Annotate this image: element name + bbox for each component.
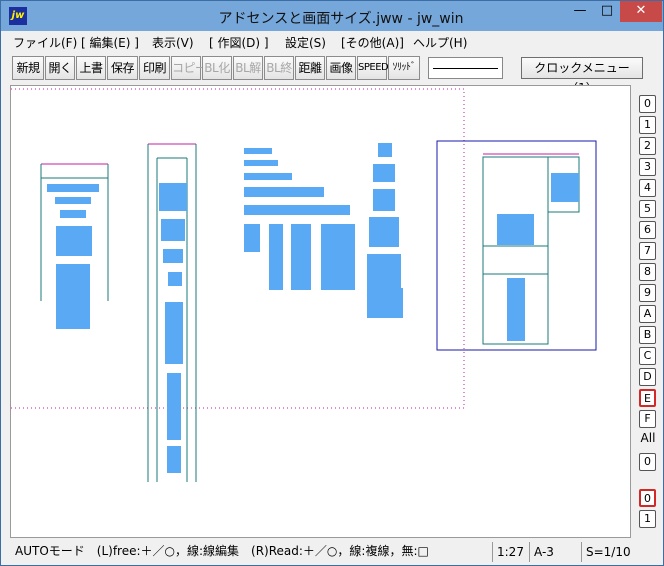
- status-paper-size[interactable]: A-3: [529, 542, 554, 562]
- layer-button-4[interactable]: 4: [639, 179, 656, 197]
- layer-button-b[interactable]: B: [639, 326, 656, 344]
- menu-settings[interactable]: 設定(S): [285, 34, 326, 51]
- block-end-button[interactable]: BL終: [264, 56, 294, 80]
- save-button[interactable]: 保存: [107, 56, 138, 80]
- status-message: AUTOモード (L)free:＋／○，線:線編集 (R)Read:＋／○，線:…: [15, 544, 429, 558]
- drawing-canvas[interactable]: [10, 85, 631, 538]
- maximize-button[interactable]: □: [594, 1, 620, 22]
- status-scale[interactable]: 1:27: [492, 542, 524, 562]
- layout-drawing-4: [367, 143, 403, 318]
- menu-file[interactable]: ファイル(F): [13, 34, 77, 51]
- layer-button-d[interactable]: D: [639, 368, 656, 386]
- layout-drawing-5: [436, 140, 597, 351]
- layer-button-1[interactable]: 1: [639, 116, 656, 134]
- open-button[interactable]: 開く: [45, 56, 75, 80]
- status-scale-ratio[interactable]: S=1/10: [581, 542, 631, 562]
- menu-bar: ファイル(F) [ 編集(E) ] 表示(V) [ 作図(D) ] 設定(S) …: [1, 31, 663, 53]
- layer-button-7[interactable]: 7: [639, 242, 656, 260]
- app-icon[interactable]: jw: [9, 7, 27, 25]
- speed-button[interactable]: SPEED: [357, 56, 389, 80]
- layer-button-f[interactable]: F: [639, 410, 656, 428]
- layer-button-6[interactable]: 6: [639, 221, 656, 239]
- image-button[interactable]: 画像: [326, 56, 356, 80]
- layout-drawing-2: [147, 143, 197, 482]
- layer-button-9[interactable]: 9: [639, 284, 656, 302]
- layer-button-8[interactable]: 8: [639, 263, 656, 281]
- layer-button-0[interactable]: 0: [639, 95, 656, 113]
- layer-button-3[interactable]: 3: [639, 158, 656, 176]
- layer-button-2[interactable]: 2: [639, 137, 656, 155]
- copy-button[interactable]: コピー: [171, 56, 207, 80]
- menu-help[interactable]: ヘルプ(H): [413, 34, 467, 51]
- menu-other[interactable]: [その他(A)]: [341, 34, 404, 51]
- drawing-svg: [11, 88, 597, 482]
- group-button-1[interactable]: 1: [639, 510, 656, 528]
- window-title: アドセンスと画面サイズ.jww - jw_win: [218, 11, 464, 27]
- status-bar: AUTOモード (L)free:＋／○，線:線編集 (R)Read:＋／○，線:…: [1, 539, 663, 565]
- solid-button[interactable]: ｿﾘｯﾄﾞ: [388, 56, 420, 80]
- overwrite-button[interactable]: 上書: [76, 56, 106, 80]
- distance-button[interactable]: 距離: [295, 56, 325, 80]
- menu-draw[interactable]: [ 作図(D) ]: [209, 34, 269, 51]
- layer-button-e[interactable]: E: [639, 389, 656, 407]
- group-button-0[interactable]: 0: [639, 489, 656, 507]
- layout-drawing-3: [244, 148, 355, 290]
- app-window: jw アドセンスと画面サイズ.jww - jw_win — □ ✕ ファイル(F…: [0, 0, 664, 566]
- layer-sidebar: 0 1 2 3 4 5 6 7 8 9 A B C D E F All 0 0 …: [635, 91, 661, 533]
- line-style-selector[interactable]: [428, 57, 503, 79]
- menu-view[interactable]: 表示(V): [152, 34, 194, 51]
- layer-button-5[interactable]: 5: [639, 200, 656, 218]
- menu-edit[interactable]: [ 編集(E) ]: [81, 34, 139, 51]
- layout-drawing-1: [40, 163, 109, 329]
- layer-group-indicator[interactable]: 0: [639, 453, 656, 471]
- layer-button-c[interactable]: C: [639, 347, 656, 365]
- line-sample: [433, 68, 498, 69]
- block-create-button[interactable]: BL化: [202, 56, 232, 80]
- all-layers-button[interactable]: All: [637, 431, 659, 445]
- layer-button-a[interactable]: A: [639, 305, 656, 323]
- title-bar[interactable]: jw アドセンスと画面サイズ.jww - jw_win — □ ✕: [1, 1, 663, 31]
- minimize-button[interactable]: —: [566, 1, 594, 22]
- new-button[interactable]: 新規: [12, 56, 44, 80]
- block-release-button[interactable]: BL解: [233, 56, 263, 80]
- clock-menu-button[interactable]: クロックメニュー（1）: [521, 57, 643, 95]
- close-button[interactable]: ✕: [620, 1, 662, 22]
- print-button[interactable]: 印刷: [139, 56, 170, 80]
